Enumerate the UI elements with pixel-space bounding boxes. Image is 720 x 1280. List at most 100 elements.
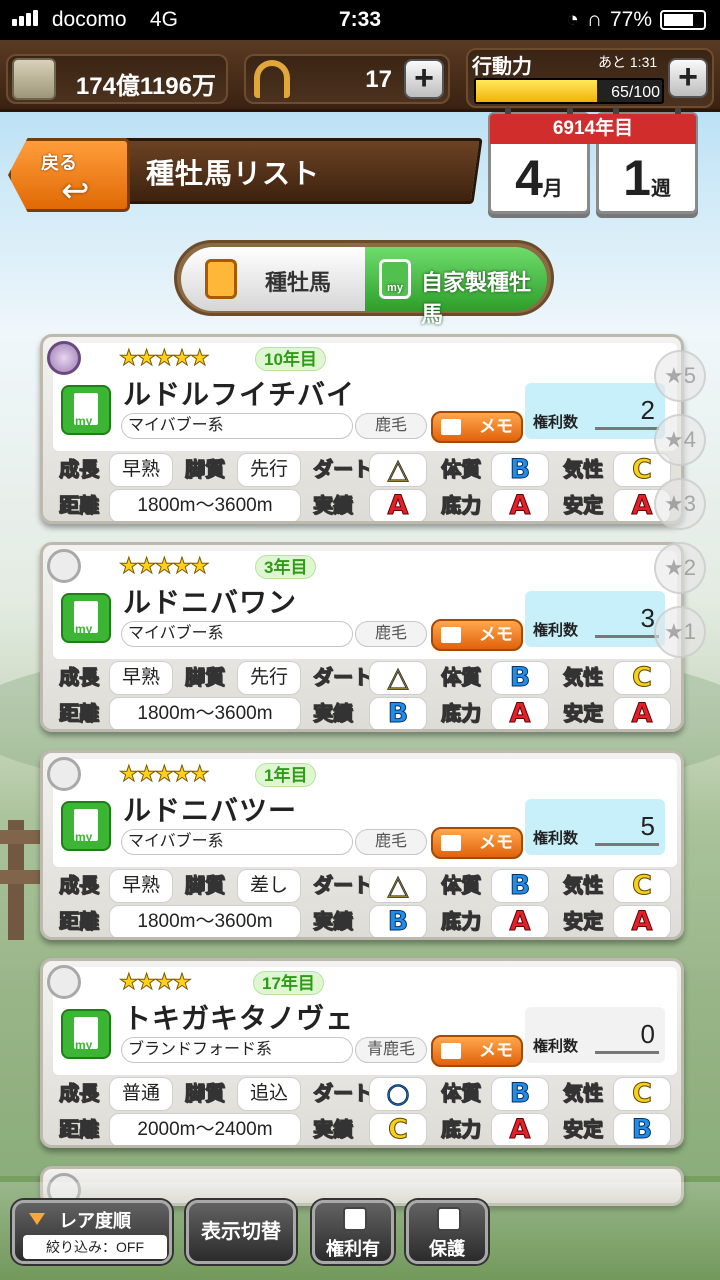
horse-card[interactable]: ★★★★★ 1年目 my ルドニバツー マイバブー系 鹿毛 メモ 権利数 5 成長 早熟 脚質 差し ダー… <box>40 750 684 940</box>
stat-distance: 1800m～3600m <box>109 489 301 521</box>
stat-label-record: 実績 <box>313 911 354 934</box>
memo-button[interactable]: メモ <box>431 619 523 651</box>
headphones-icon: ∩ <box>586 8 602 31</box>
my-icon-label: my <box>75 414 93 428</box>
week-value: 1 <box>623 150 651 206</box>
horse-card[interactable]: ★★★★★ 10年目 my ルドルフイチバイ マイバブー系 鹿毛 メモ 権利数 2 成長 早熟 脚質先… <box>40 334 684 524</box>
rights-value: 3 <box>640 603 655 633</box>
stat-leg: 差し <box>237 869 301 903</box>
memo-button[interactable]: メモ <box>431 1035 523 1067</box>
week-unit: 週 <box>650 178 671 200</box>
stat-distance: 1800m～3600m <box>109 697 301 729</box>
horse-name: ルドニバワン <box>123 587 298 618</box>
stat-label-stable: 安定 <box>563 495 604 518</box>
stat-label-power: 底力 <box>441 911 482 934</box>
grade-power: A <box>491 905 549 937</box>
month-unit: 月 <box>542 178 563 200</box>
select-marker[interactable] <box>47 549 81 583</box>
stat-label-record: 実績 <box>313 1119 354 1142</box>
my-horse-icon: my <box>61 1009 111 1059</box>
money-stack-icon <box>12 58 56 100</box>
grade-stable: A <box>613 905 671 937</box>
status-bar: docomo 4G 7:33 ◔ ∩ 77% <box>0 0 720 40</box>
rarity-filter-5[interactable]: ★5 <box>654 350 706 402</box>
rarity-stars: ★★★★★ <box>119 345 211 371</box>
stat-label-leg: 脚質 <box>185 875 226 898</box>
memo-button[interactable]: メモ <box>431 411 523 443</box>
rights-count: 権利数 0 <box>525 1007 665 1063</box>
protect-filter-checkbox[interactable]: 保護 <box>406 1200 488 1264</box>
back-button[interactable]: 戻る ↩ <box>8 138 130 212</box>
stat-growth: 早熟 <box>109 661 173 695</box>
rights-value: 5 <box>640 811 655 841</box>
stallion-list[interactable]: ★★★★★ 10年目 my ルドルフイチバイ マイバブー系 鹿毛 メモ 権利数 2 成長 早熟 脚質先… <box>0 326 720 1206</box>
stat-label-leg: 脚質 <box>185 667 226 690</box>
sort-label: レア度順 <box>59 1211 131 1231</box>
select-marker[interactable] <box>47 341 81 375</box>
grade-dirt: △ <box>369 869 427 903</box>
stat-row: 成長 早熟 脚質 差し ダート △ 体質 B 気性 C <box>51 869 679 905</box>
add-stamina-button[interactable]: + <box>668 58 708 98</box>
sire-line: マイバブー系 <box>121 621 353 647</box>
page-title: 種牡馬リスト <box>146 158 321 189</box>
stat-label-distance: 距離 <box>59 495 100 518</box>
rarity-filter-4[interactable]: ★4 <box>654 414 706 466</box>
stat-growth: 普通 <box>109 1077 173 1111</box>
stat-row: 距離 1800m～3600m 実績 B 底力 A 安定 A <box>51 905 679 937</box>
stat-row: 距離 1800m～3600m 実績 A 底力 A 安定 A <box>51 489 679 521</box>
rarity-stars: ★★★★★ <box>119 761 211 787</box>
grade-record: C <box>369 1113 427 1145</box>
horseshoe-value: 17 <box>365 66 392 93</box>
checkbox-icon <box>343 1207 367 1231</box>
tab-stallions[interactable]: 種牡馬 <box>181 247 365 311</box>
resource-bar: 174億1196万 17 + 行動力 あと 1:31 65/100 + <box>0 40 720 112</box>
my-icon-label: my <box>75 1038 93 1052</box>
rights-count: 権利数 3 <box>525 591 665 647</box>
stamina-bar: 65/100 <box>474 78 664 104</box>
money-value: 174億1196万 <box>75 73 216 100</box>
month-value: 4 <box>515 150 543 206</box>
tab-homebred-stallions[interactable]: my 自家製種牡馬 <box>365 247 547 327</box>
horse-name: ルドルフイチバイ <box>123 379 356 410</box>
tab-switcher: 種牡馬 my 自家製種牡馬 <box>174 240 554 327</box>
rarity-filter-2[interactable]: ★2 <box>654 542 706 594</box>
horse-name: ルドニバツー <box>123 795 298 826</box>
my-icon-label: my <box>75 830 93 844</box>
grade-dirt: △ <box>369 661 427 695</box>
stat-label-temper: 気性 <box>563 459 604 482</box>
stat-label-distance: 距離 <box>59 1119 100 1142</box>
select-marker[interactable] <box>47 965 81 999</box>
select-marker[interactable] <box>47 757 81 791</box>
my-file-icon: my <box>379 259 411 299</box>
stat-label-power: 底力 <box>441 1119 482 1142</box>
rights-filter-checkbox[interactable]: 権利有 <box>312 1200 394 1264</box>
stat-label-body: 体質 <box>441 875 482 898</box>
grade-stable: A <box>613 697 671 729</box>
stat-label-stable: 安定 <box>563 703 604 726</box>
stat-label-temper: 気性 <box>563 1083 604 1106</box>
grade-temper: C <box>613 1077 671 1111</box>
stat-row: 距離 2000m～2400m 実績 C 底力 A 安定 B <box>51 1113 679 1145</box>
tab-label: 種牡馬 <box>265 270 332 295</box>
memo-button[interactable]: メモ <box>431 827 523 859</box>
horse-card[interactable]: ★★★★★ 3年目 my ルドニバワン マイバブー系 鹿毛 メモ 権利数 3 成長 早熟 脚質 先行 ダー… <box>40 542 684 732</box>
grade-temper: C <box>613 869 671 903</box>
sort-rarity-button[interactable]: レア度順 絞り込み：OFF <box>12 1200 172 1264</box>
stamina-value: 65/100 <box>611 84 660 101</box>
rights-label: 権利数 <box>533 622 579 639</box>
my-icon-label: my <box>75 622 93 636</box>
grade-body: B <box>491 1077 549 1111</box>
rarity-filter-1[interactable]: ★1 <box>654 606 706 658</box>
display-switch-button[interactable]: 表示切替 <box>186 1200 296 1264</box>
rights-underline <box>595 843 659 846</box>
horse-card[interactable]: ★★★★ 17年目 my トキガキタノヴェ ブランドフォード系 青鹿毛 メモ 権利数 0 成長 普通… <box>40 958 684 1148</box>
add-horseshoe-button[interactable]: + <box>404 59 444 99</box>
stat-label-stable: 安定 <box>563 911 604 934</box>
stat-label-stable: 安定 <box>563 1119 604 1142</box>
grade-stable: B <box>613 1113 671 1145</box>
grade-power: A <box>491 1113 549 1145</box>
rights-label: 権利数 <box>533 830 579 847</box>
rarity-filter-3[interactable]: ★3 <box>654 478 706 530</box>
stat-distance: 1800m～3600m <box>109 905 301 937</box>
stat-row: 成長 普通 脚質 追込 ダート ○ 体質 B 気性 C <box>51 1077 679 1113</box>
